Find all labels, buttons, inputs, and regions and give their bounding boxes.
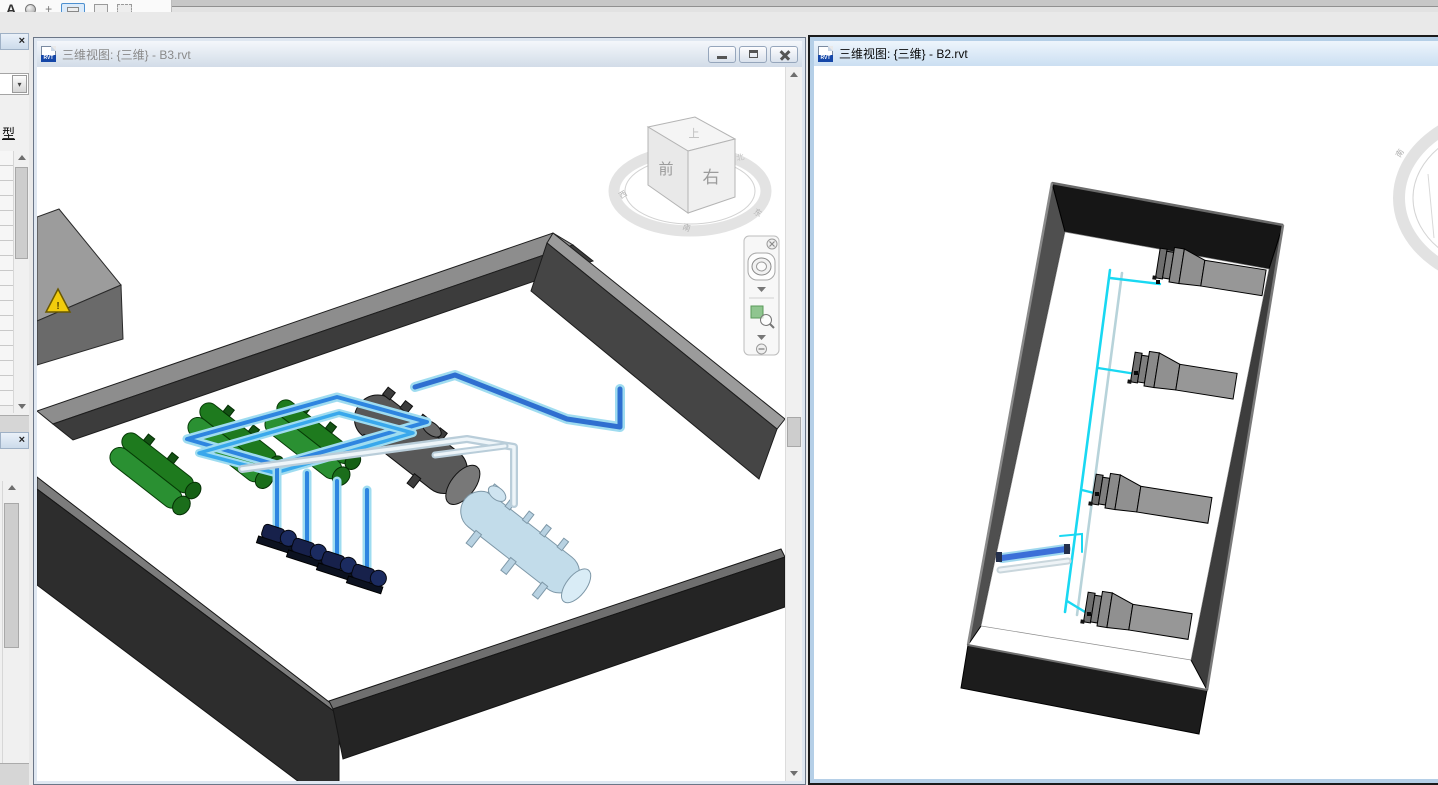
- window-titlebar[interactable]: RVT 三维视图: {三维} - B3.rvt: [37, 41, 802, 67]
- window-title: 三维视图: {三维} - B3.rvt: [62, 46, 191, 63]
- blue-tank[interactable]: [444, 475, 602, 618]
- scroll-down-icon[interactable]: [14, 400, 29, 413]
- close-icon[interactable]: ×: [19, 435, 25, 446]
- compass-north-label[interactable]: 北: [735, 152, 745, 163]
- ribbon-fragment: A +: [0, 0, 1438, 12]
- scrollbar-thumb[interactable]: [15, 167, 28, 259]
- window-titlebar[interactable]: RVT 三维视图: {三维} - B2.rvt: [814, 41, 1438, 66]
- scroll-up-icon[interactable]: [14, 151, 29, 164]
- 3d-viewport-b3[interactable]: !: [37, 67, 785, 781]
- selected-tool-icon[interactable]: [61, 0, 85, 12]
- text-tool-icon[interactable]: A: [6, 0, 16, 12]
- type-selector-combobox[interactable]: ▾: [0, 73, 29, 95]
- steering-wheel-icon[interactable]: [748, 253, 775, 280]
- rvt-file-icon: RVT: [818, 46, 833, 62]
- close-button[interactable]: [770, 46, 798, 63]
- viewcube[interactable]: 西 南 东 北 前 右 上: [614, 117, 766, 233]
- ribbon-toolbar: A +: [0, 0, 172, 12]
- scrollbar-thumb[interactable]: [787, 417, 801, 447]
- docked-palettes-fragment: × ▾ 型 ×: [0, 33, 29, 785]
- rvt-file-icon: RVT: [41, 46, 56, 62]
- navbar-minimize-icon[interactable]: [757, 344, 767, 354]
- plantroom-scene: !: [37, 67, 785, 781]
- compass-label[interactable]: 南: [1393, 147, 1406, 159]
- restore-button[interactable]: [739, 46, 767, 63]
- massing-box[interactable]: [37, 209, 123, 365]
- scroll-up-icon[interactable]: [786, 67, 802, 82]
- scrollbar-thumb[interactable]: [4, 503, 19, 648]
- room-walls[interactable]: [37, 233, 785, 781]
- scroll-up-icon[interactable]: [3, 481, 20, 494]
- fan-room-scene: 南: [814, 66, 1438, 779]
- viewcube-front-label[interactable]: 前: [658, 161, 673, 178]
- window-title: 三维视图: {三维} - B2.rvt: [839, 45, 968, 62]
- delete-box-icon[interactable]: [94, 0, 108, 12]
- palette-footer: [0, 415, 29, 432]
- paste-box-icon[interactable]: [117, 0, 132, 12]
- svg-text:!: !: [56, 301, 59, 312]
- properties-palette-titlebar[interactable]: ×: [0, 33, 29, 50]
- browser-scrollbar[interactable]: [2, 481, 20, 763]
- properties-scrollbar[interactable]: [13, 151, 29, 413]
- revit-workspace: A + × ▾ 型 ×: [0, 0, 1438, 785]
- viewcube-right-label[interactable]: 右: [703, 168, 720, 187]
- scroll-down-icon[interactable]: [786, 766, 802, 781]
- property-grid-rows: [0, 151, 13, 406]
- view-window-b2: RVT 三维视图: {三维} - B2.rvt 南: [808, 35, 1438, 785]
- sphere-tool-icon[interactable]: [25, 0, 36, 12]
- minimize-button[interactable]: [708, 46, 736, 63]
- chevron-down-icon[interactable]: ▾: [12, 75, 27, 93]
- close-icon[interactable]: ×: [19, 36, 25, 47]
- navigation-bar[interactable]: [744, 236, 779, 355]
- navbar-close-icon[interactable]: [767, 239, 777, 249]
- viewcube-top-label[interactable]: 上: [689, 127, 700, 140]
- viewport-scrollbar[interactable]: [785, 67, 802, 781]
- 3d-viewport-b2[interactable]: 南: [814, 66, 1438, 779]
- viewcube-fragment[interactable]: 南: [1393, 110, 1438, 286]
- palette-footer: [0, 763, 29, 785]
- edit-type-link[interactable]: 型: [2, 123, 15, 142]
- view-window-b3: RVT 三维视图: {三维} - B3.rvt: [33, 37, 806, 785]
- browser-palette-titlebar[interactable]: ×: [0, 432, 29, 449]
- plus-tool-icon[interactable]: +: [45, 0, 52, 12]
